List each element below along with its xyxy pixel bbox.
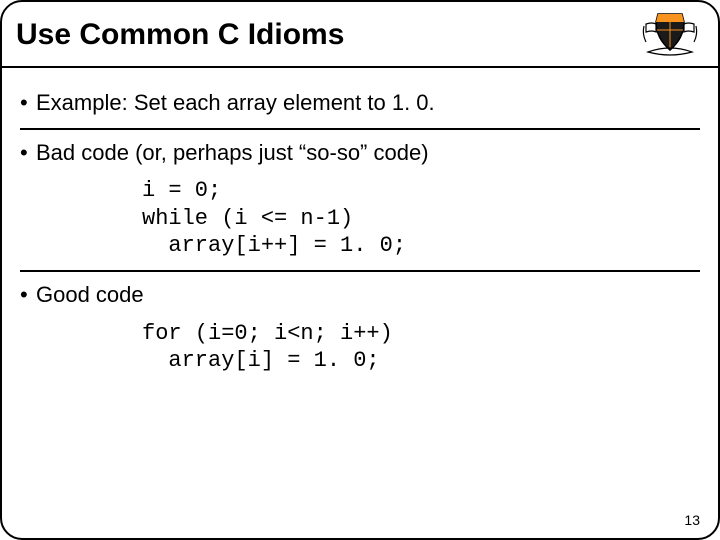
bullet-example: • Example: Set each array element to 1. … xyxy=(20,88,700,118)
bullet-text: Good code xyxy=(36,280,144,310)
slide-title: Use Common C Idioms xyxy=(16,18,344,52)
bullet-dot-icon: • xyxy=(20,280,36,310)
bullet-good-code: • Good code xyxy=(20,280,700,310)
code-block-good: for (i=0; i<n; i++) array[i] = 1. 0; xyxy=(142,320,700,375)
bullet-bad-code: • Bad code (or, perhaps just “so-so” cod… xyxy=(20,138,700,168)
bullet-dot-icon: • xyxy=(20,138,36,168)
divider xyxy=(20,270,700,272)
divider xyxy=(20,128,700,130)
princeton-shield-icon xyxy=(640,8,700,62)
page-number: 13 xyxy=(684,512,700,528)
bullet-text: Example: Set each array element to 1. 0. xyxy=(36,88,435,118)
bullet-text: Bad code (or, perhaps just “so-so” code) xyxy=(36,138,429,168)
slide-content: • Example: Set each array element to 1. … xyxy=(2,68,718,395)
title-row: Use Common C Idioms xyxy=(2,2,718,66)
code-block-bad: i = 0; while (i <= n-1) array[i++] = 1. … xyxy=(142,177,700,260)
bullet-dot-icon: • xyxy=(20,88,36,118)
slide: Use Common C Idioms • Example: Set each … xyxy=(0,0,720,540)
